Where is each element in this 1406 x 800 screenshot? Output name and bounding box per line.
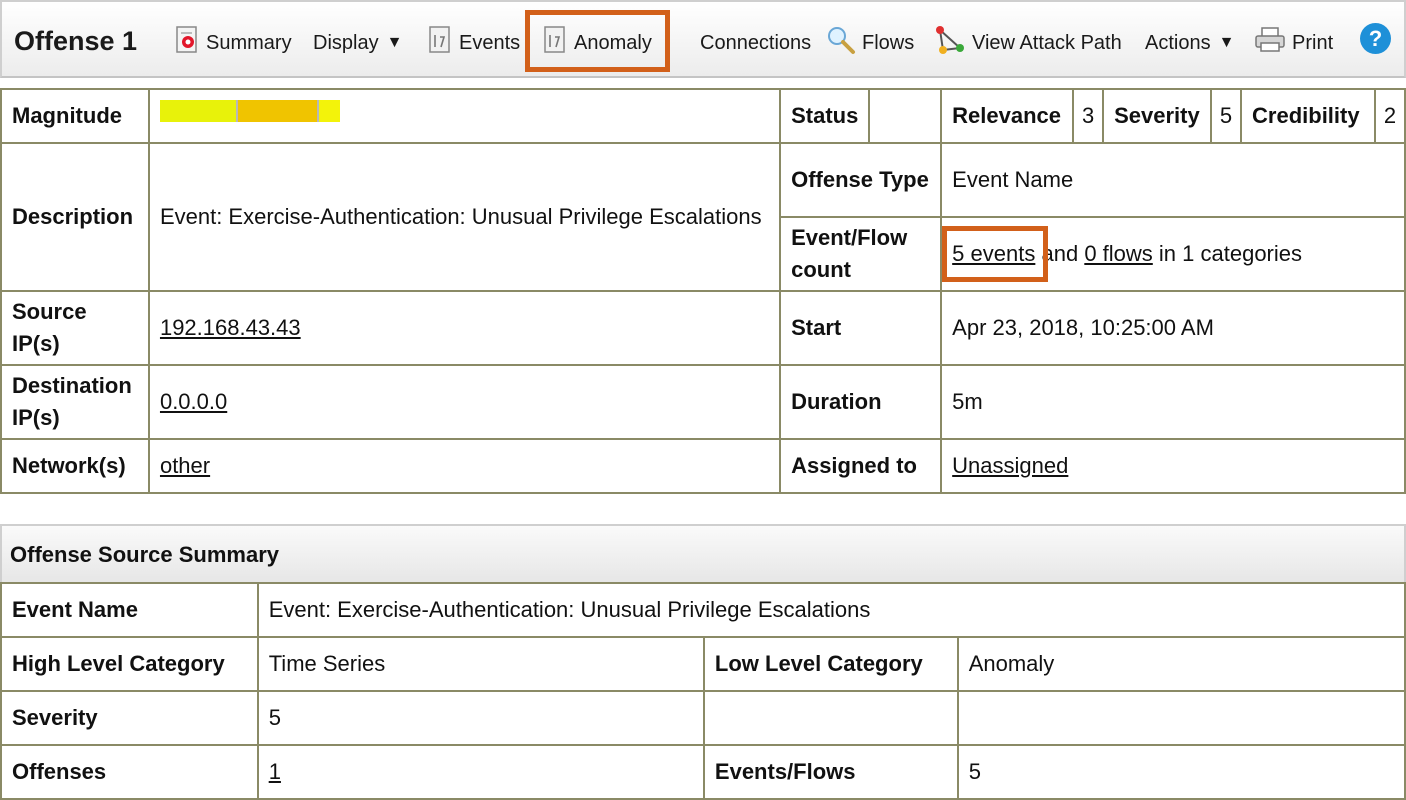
- offenses-link[interactable]: 1: [269, 759, 281, 784]
- offenses-label: Offenses: [0, 744, 259, 800]
- severity-value: 5: [1210, 88, 1243, 144]
- summary-label: Summary: [206, 31, 292, 54]
- summary-button[interactable]: Summary: [174, 26, 292, 60]
- high-level-category-label: High Level Category: [0, 636, 259, 692]
- actions-label: Actions: [1145, 31, 1211, 54]
- event-flow-count-label: Event/Flow count: [779, 216, 943, 292]
- anomaly-highlight: [525, 10, 670, 72]
- network-label: Network(s): [0, 438, 150, 494]
- connections-label: Connections: [700, 31, 812, 54]
- status-label: Status: [779, 88, 871, 144]
- table-row: Source IP(s) 192.168.43.43 Start Apr 23,…: [0, 290, 1406, 366]
- offense-details-table: Magnitude Status Relevance 3 Severity 5 …: [0, 88, 1406, 494]
- summary-severity-label: Severity: [0, 690, 259, 746]
- table-row: Severity 5: [0, 690, 1406, 746]
- destination-ip-link[interactable]: 0.0.0.0: [160, 389, 227, 414]
- chevron-down-icon: ▼: [1218, 34, 1235, 51]
- offenses-cell: 1: [256, 744, 705, 800]
- events-icon: [427, 25, 453, 61]
- events-label: Events: [459, 31, 521, 54]
- print-label: Print: [1292, 31, 1334, 54]
- status-value: [868, 88, 943, 144]
- help-icon[interactable]: ?: [1360, 23, 1391, 54]
- view-attack-path-button[interactable]: View Attack Path: [934, 26, 1122, 60]
- table-row: High Level Category Time Series Low Leve…: [0, 636, 1406, 692]
- empty-cell: [702, 690, 959, 746]
- duration-label: Duration: [779, 364, 943, 440]
- assigned-to-link[interactable]: Unassigned: [952, 453, 1068, 478]
- summary-severity-value: 5: [256, 690, 705, 746]
- offense-type-value: Event Name: [940, 142, 1406, 218]
- flows-button[interactable]: Flows: [826, 26, 914, 60]
- view-attack-path-label: View Attack Path: [972, 31, 1122, 54]
- categories-text: in 1 categories: [1158, 241, 1303, 266]
- relevance-value: 3: [1072, 88, 1105, 144]
- events-count-highlight: [942, 226, 1049, 282]
- attack-path-icon: [934, 24, 966, 62]
- table-row: Event Name Event: Exercise-Authenticatio…: [0, 582, 1406, 638]
- actions-menu[interactable]: Actions ▼: [1145, 26, 1234, 60]
- display-label: Display: [313, 31, 379, 54]
- printer-icon: [1254, 26, 1286, 60]
- table-row: Offenses 1 Events/Flows 5: [0, 744, 1406, 800]
- event-name-value: Event: Exercise-Authentication: Unusual …: [256, 582, 1406, 638]
- table-row: Destination IP(s) 0.0.0.0 Duration 5m: [0, 364, 1406, 440]
- description-value: Event: Exercise-Authentication: Unusual …: [147, 142, 782, 292]
- empty-cell: [956, 690, 1406, 746]
- duration-value: 5m: [940, 364, 1406, 440]
- source-summary-table: Event Name Event: Exercise-Authenticatio…: [0, 582, 1406, 800]
- table-row: Network(s) other Assigned to Unassigned: [0, 438, 1406, 494]
- magnitude-bar: [159, 100, 340, 122]
- magnitude-segment: [316, 100, 340, 122]
- offense-toolbar: Offense 1 Summary Display ▼ Events Anoma…: [0, 0, 1406, 78]
- flows-count-link[interactable]: 0 flows: [1084, 241, 1152, 266]
- events-flows-label: Events/Flows: [702, 744, 959, 800]
- chevron-down-icon: ▼: [386, 34, 403, 51]
- description-label: Description: [0, 142, 150, 292]
- magnitude-label: Magnitude: [0, 88, 150, 144]
- low-level-category-value: Anomaly: [956, 636, 1406, 692]
- assigned-to-cell: Unassigned: [940, 438, 1406, 494]
- destination-ip-label: Destination IP(s): [0, 364, 150, 440]
- connections-button[interactable]: Connections: [700, 26, 811, 60]
- source-summary-header: Offense Source Summary: [0, 524, 1406, 584]
- table-row: Description Event: Exercise-Authenticati…: [0, 142, 1406, 292]
- network-cell: other: [147, 438, 782, 494]
- table-row: Magnitude Status Relevance 3 Severity 5 …: [0, 88, 1406, 144]
- event-flow-count-value: 5 events and 0 flows in 1 categories: [940, 216, 1406, 292]
- print-button[interactable]: Print: [1254, 26, 1333, 60]
- network-link[interactable]: other: [160, 453, 210, 478]
- summary-icon: [174, 25, 200, 61]
- source-ip-cell: 192.168.43.43: [147, 290, 782, 366]
- offense-type-label: Offense Type: [779, 142, 943, 218]
- magnitude-segment: [159, 100, 236, 122]
- display-menu[interactable]: Display ▼: [313, 26, 402, 60]
- source-ip-link[interactable]: 192.168.43.43: [160, 315, 301, 340]
- credibility-value: 2: [1373, 88, 1406, 144]
- events-flows-value: 5: [956, 744, 1406, 800]
- assigned-to-label: Assigned to: [779, 438, 943, 494]
- magnifier-icon: [826, 25, 856, 61]
- events-button[interactable]: Events: [427, 26, 520, 60]
- credibility-label: Credibility: [1240, 88, 1376, 144]
- page-title: Offense 1: [14, 26, 138, 56]
- high-level-category-value: Time Series: [256, 636, 705, 692]
- destination-ip-cell: 0.0.0.0: [147, 364, 782, 440]
- magnitude-cell: [147, 88, 782, 144]
- relevance-label: Relevance: [940, 88, 1075, 144]
- source-summary-title: Offense Source Summary: [10, 542, 279, 567]
- flows-label: Flows: [862, 31, 915, 54]
- event-name-label: Event Name: [0, 582, 259, 638]
- start-label: Start: [779, 290, 943, 366]
- start-value: Apr 23, 2018, 10:25:00 AM: [940, 290, 1406, 366]
- severity-label: Severity: [1102, 88, 1213, 144]
- magnitude-segment: [235, 100, 317, 122]
- low-level-category-label: Low Level Category: [702, 636, 959, 692]
- source-ip-label: Source IP(s): [0, 290, 150, 366]
